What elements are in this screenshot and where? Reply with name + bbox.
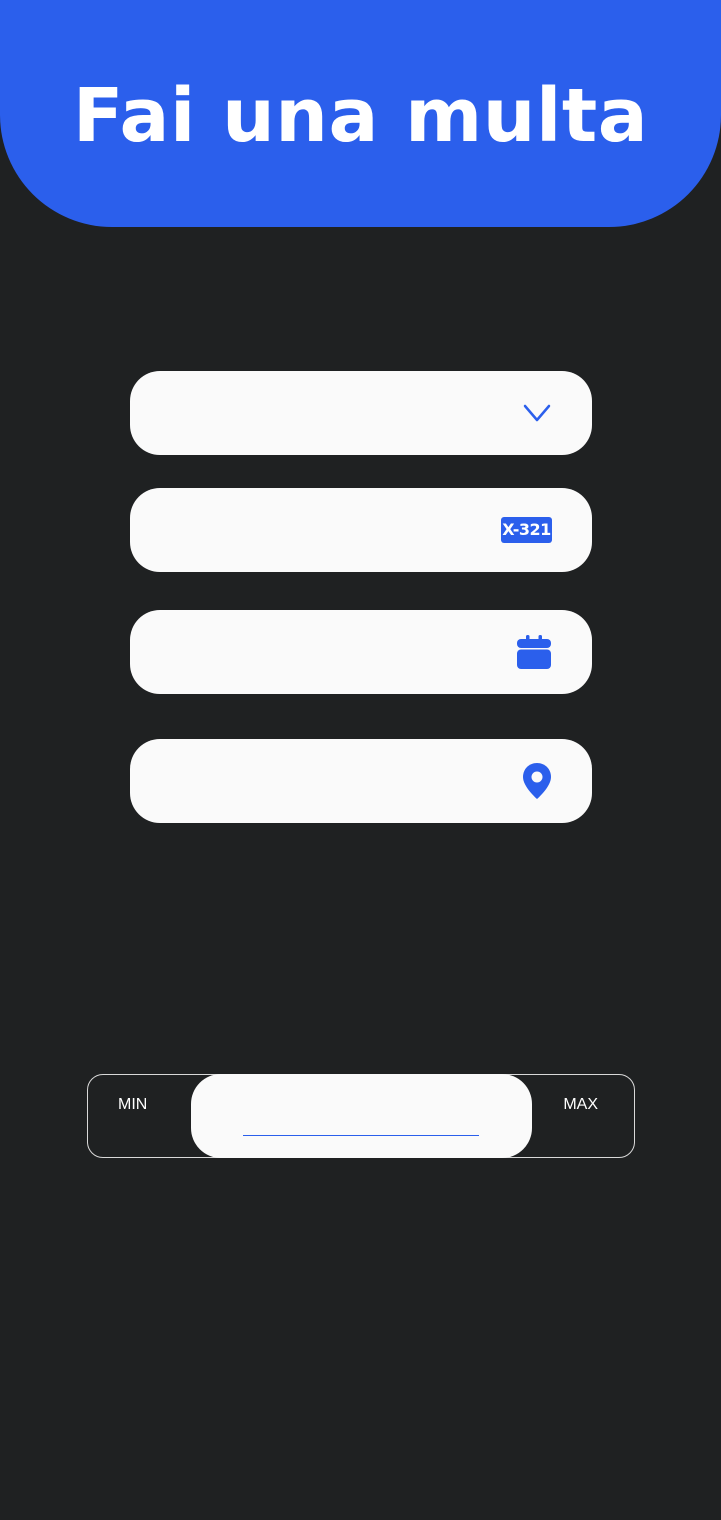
amount-underline [243, 1135, 479, 1136]
calendar-icon[interactable] [516, 634, 552, 670]
amount-input[interactable] [191, 1074, 532, 1158]
violation-type-select[interactable] [130, 371, 592, 455]
plate-input[interactable]: X-321 [130, 488, 592, 572]
range-min-label: MIN [118, 1096, 148, 1113]
map-pin-icon[interactable] [522, 762, 552, 800]
page-title: Fai una multa [72, 73, 649, 159]
chevron-down-icon[interactable] [522, 402, 552, 424]
amount-range[interactable]: MIN MAX [87, 1074, 635, 1158]
license-plate-icon: X-321 [501, 517, 552, 543]
range-max-label: MAX [563, 1096, 598, 1113]
location-input[interactable] [130, 739, 592, 823]
plate-icon-text: X-321 [501, 517, 552, 543]
header-banner: Fai una multa [0, 0, 721, 227]
date-input[interactable] [130, 610, 592, 694]
